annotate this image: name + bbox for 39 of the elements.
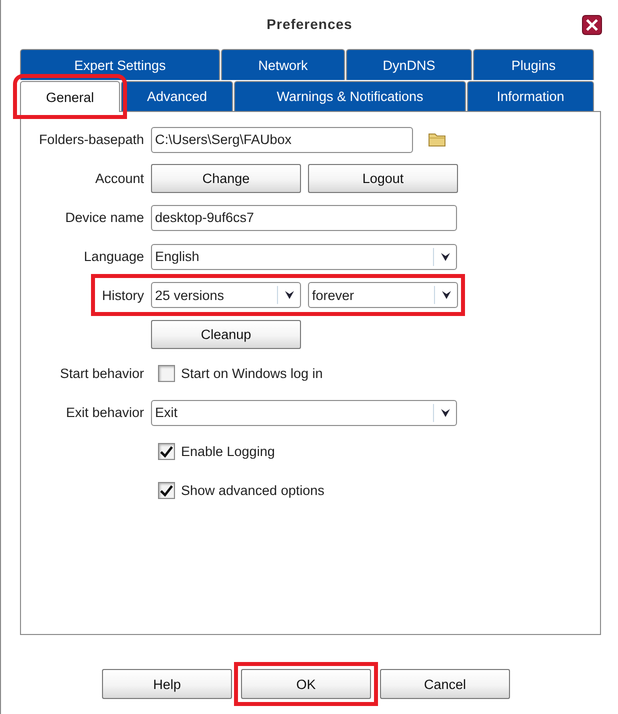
tab[interactable]: Advanced bbox=[121, 81, 233, 111]
window-title: Preferences bbox=[266, 16, 352, 32]
tab[interactable]: Warnings & Notifications bbox=[234, 81, 466, 111]
checkbox-label: Enable Logging bbox=[181, 444, 275, 459]
dropdown-value: English bbox=[155, 249, 200, 264]
dropdown[interactable]: English bbox=[151, 244, 457, 270]
dropdown[interactable]: forever bbox=[308, 282, 458, 308]
button[interactable]: Change bbox=[151, 164, 301, 193]
checkbox-label: Start on Windows log in bbox=[181, 366, 323, 381]
close-icon[interactable] bbox=[582, 15, 602, 35]
field-label: History bbox=[102, 288, 144, 302]
button[interactable]: Help bbox=[102, 669, 232, 699]
field-label: Account bbox=[95, 171, 144, 186]
dropdown-value: Exit bbox=[155, 405, 179, 420]
tab[interactable]: Network bbox=[221, 49, 345, 80]
dropdown-value: 25 versions bbox=[155, 288, 226, 302]
text-field[interactable]: C:\Users\Serg\FAUbox bbox=[151, 126, 413, 152]
button[interactable]: Cancel bbox=[380, 669, 510, 699]
checkbox[interactable] bbox=[158, 443, 175, 460]
tab[interactable]: Information bbox=[467, 81, 594, 111]
tab[interactable]: Plugins bbox=[473, 49, 594, 80]
field-label: Device name bbox=[65, 210, 144, 225]
dropdown[interactable]: 25 versions bbox=[151, 282, 301, 308]
field-label: Start behavior bbox=[60, 366, 144, 381]
button[interactable]: Cleanup bbox=[151, 320, 301, 349]
checkbox[interactable] bbox=[158, 482, 175, 499]
folder-icon[interactable] bbox=[428, 132, 446, 147]
button[interactable]: Logout bbox=[308, 164, 458, 193]
dropdown[interactable]: Exit bbox=[151, 400, 457, 426]
dropdown-value: forever bbox=[312, 288, 356, 302]
field-label: Folders-basepath bbox=[38, 132, 144, 147]
text-field[interactable]: desktop-9uf6cs7 bbox=[151, 204, 457, 230]
tab[interactable]: DynDNS bbox=[346, 49, 472, 80]
field-label: Exit behavior bbox=[66, 405, 144, 420]
checkbox[interactable] bbox=[158, 365, 175, 382]
field-label: Language bbox=[84, 249, 144, 264]
tab[interactable]: Expert Settings bbox=[20, 49, 220, 80]
button[interactable]: OK bbox=[241, 669, 371, 699]
checkbox-label: Show advanced options bbox=[181, 483, 324, 498]
